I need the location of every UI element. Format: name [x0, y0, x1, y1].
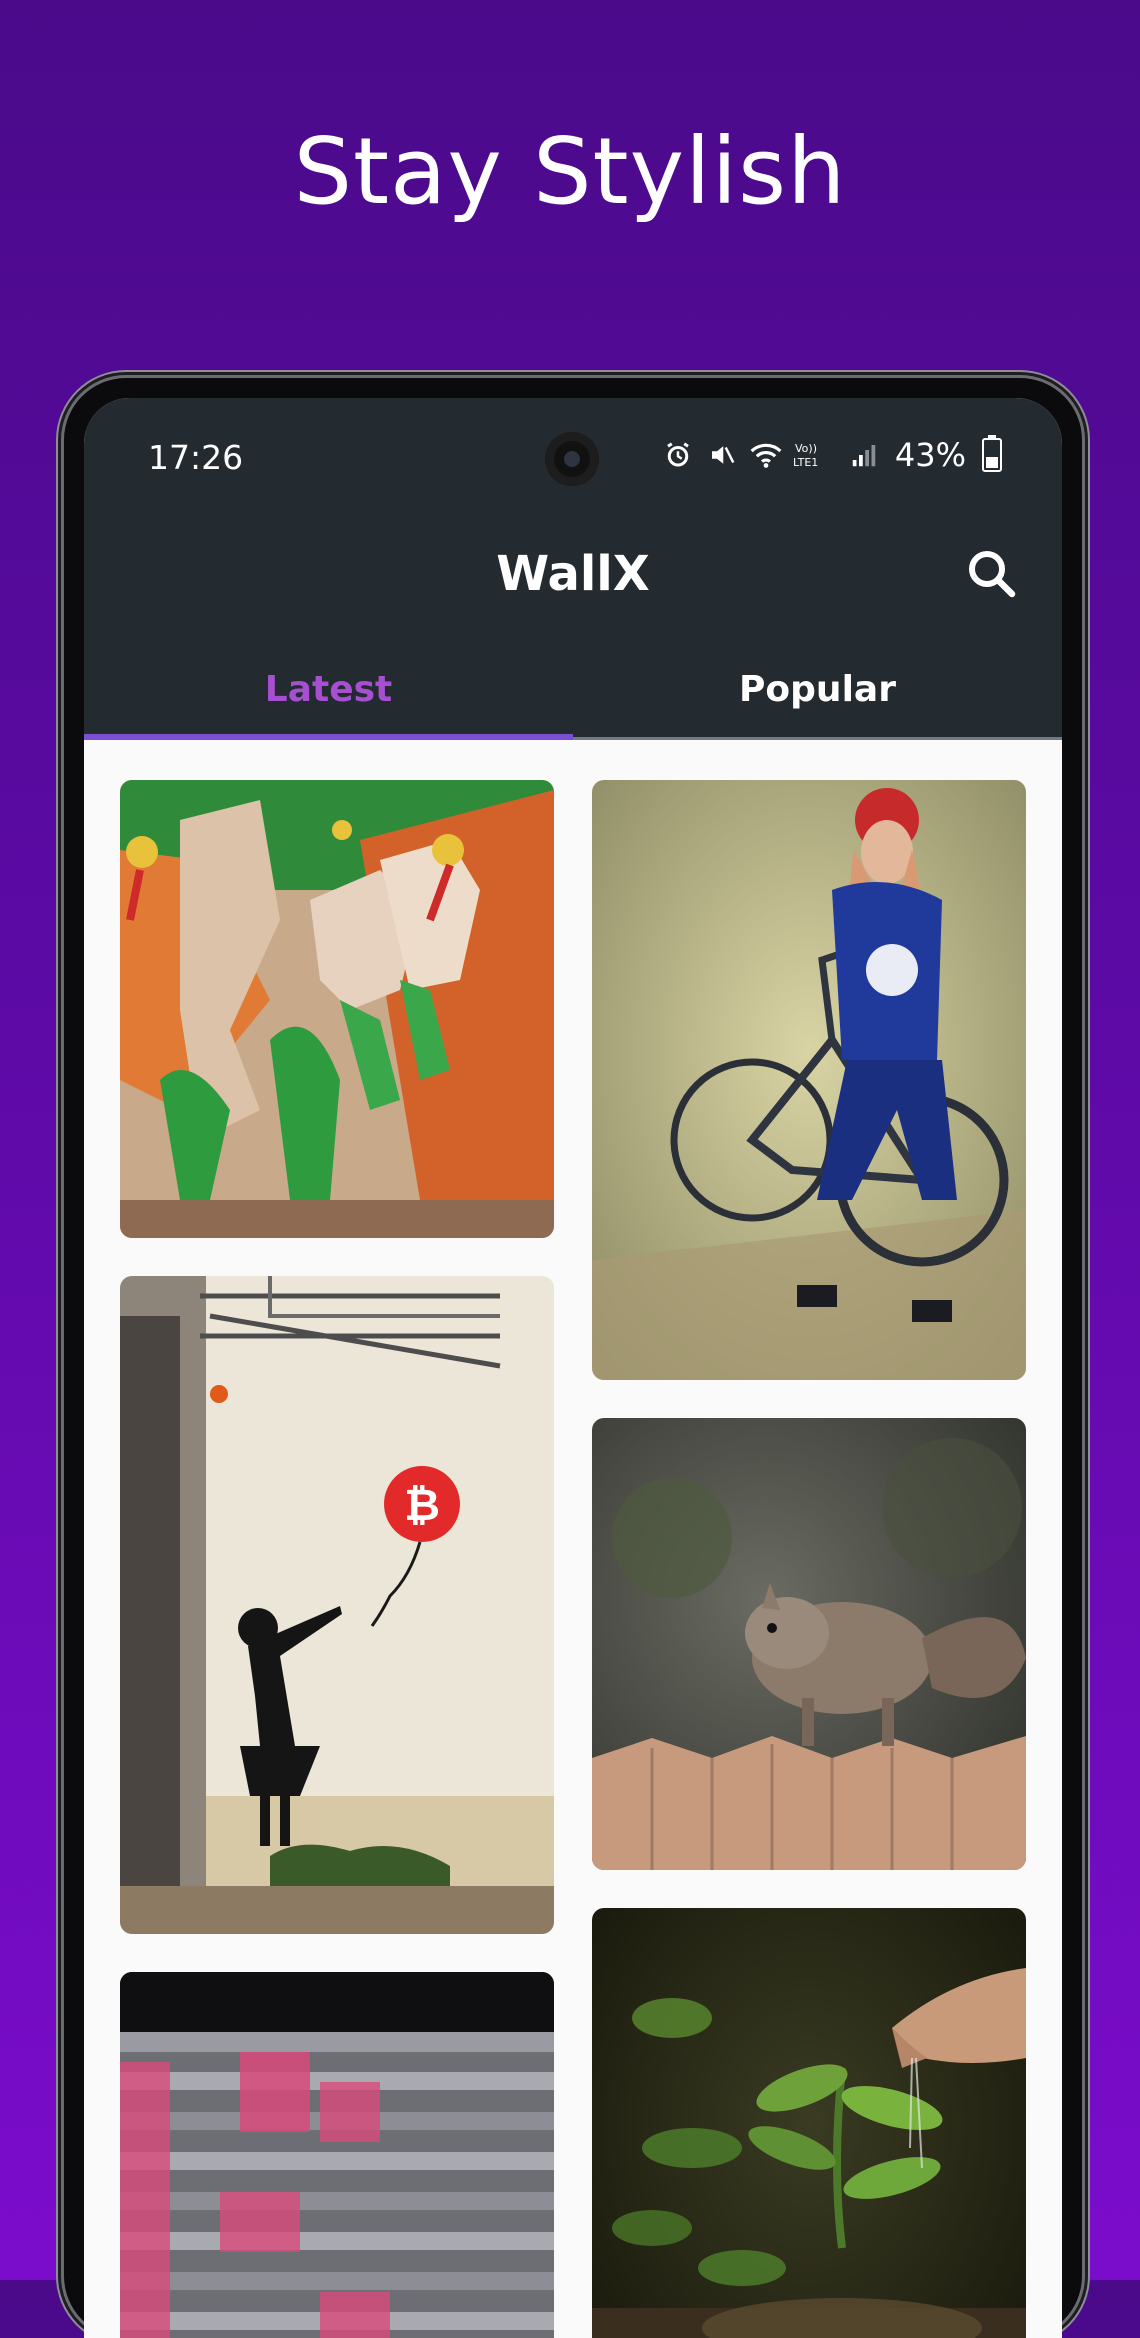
wallpaper-card-squirrel-on-fence[interactable]: [592, 1418, 1026, 1870]
wallpaper-image: [592, 1908, 1026, 2338]
wallpaper-grid: ₿: [84, 740, 1062, 2338]
tab-popular[interactable]: Popular: [573, 638, 1062, 740]
wallpaper-card-girl-with-bicycle[interactable]: [592, 780, 1026, 1380]
wallpaper-card-girl-with-bitcoin-balloon[interactable]: ₿: [120, 1276, 554, 1934]
phone-frame: 17:26 Vo)) LTE1 43% WallX Latest Popular…: [64, 378, 1082, 2338]
app-title-row: WallX: [84, 508, 1062, 638]
status-icons: Vo)) LTE1 43%: [661, 435, 1002, 474]
wallpaper-image: [592, 780, 1026, 1380]
tab-latest-label: Latest: [264, 668, 393, 710]
status-bar: 17:26 Vo)) LTE1 43%: [84, 398, 1062, 508]
wallpaper-card-watering-seedling[interactable]: [592, 1908, 1026, 2338]
tab-bar: Latest Popular: [84, 638, 1062, 740]
wallpaper-card-abstract-mural[interactable]: [120, 780, 554, 1238]
volume-button: [57, 725, 63, 990]
battery-percent: 43%: [894, 436, 966, 474]
wallpaper-card-stacked-banknotes[interactable]: [120, 1972, 554, 2338]
volte-icon: Vo)) LTE1: [793, 438, 837, 472]
svg-text:LTE1: LTE1: [793, 456, 818, 469]
wallpaper-image: [120, 780, 554, 1238]
wifi-icon: [749, 438, 783, 472]
battery-icon: [982, 435, 1002, 472]
signal-icon: [847, 438, 881, 472]
wallpaper-image: [592, 1418, 1026, 1870]
front-camera: [545, 432, 599, 486]
phone-screen: 17:26 Vo)) LTE1 43% WallX Latest Popular…: [84, 398, 1062, 2338]
promo-headline: Stay Stylish: [293, 118, 847, 225]
search-icon: [969, 551, 1016, 598]
alarm-icon: [661, 438, 695, 472]
svg-text:₿: ₿: [404, 1480, 440, 1531]
app-title: WallX: [496, 546, 650, 602]
status-time: 17:26: [148, 438, 244, 477]
wallpaper-image: ₿: [120, 1276, 554, 1934]
mute-icon: [705, 438, 739, 472]
search-button[interactable]: [962, 544, 1022, 604]
power-button: [57, 1135, 63, 1275]
tab-popular-label: Popular: [739, 668, 896, 710]
tab-latest[interactable]: Latest: [84, 638, 573, 740]
svg-text:Vo)): Vo)): [795, 442, 817, 455]
wallpaper-image: [120, 1972, 554, 2338]
